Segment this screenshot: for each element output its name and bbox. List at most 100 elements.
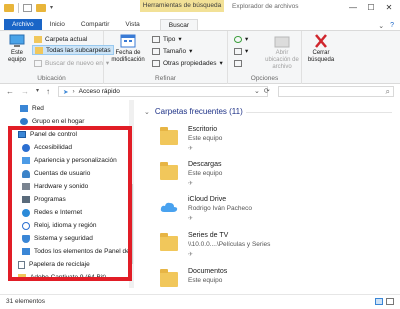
pin-icon: ✈ [188,181,194,187]
homegroup-icon [20,118,28,125]
chevron-down-icon[interactable]: ▾ [50,4,53,13]
status-bar: 31 elementos [0,294,400,309]
group-label-options: Opciones [250,75,279,82]
details-view-icon[interactable] [375,298,383,305]
folder-tile[interactable]: Series de TV \\10.0.0....\Películas y Se… [156,232,356,266]
documents-folder-icon [160,269,178,287]
history-icon [234,35,242,43]
window-controls: — ☐ ✕ [344,1,398,13]
network-folder-icon [160,233,178,251]
pin-icon: ✈ [188,146,194,152]
folder-tile[interactable]: Escritorio Este equipo ✈ [156,126,356,160]
group-location: Este equipo Carpeta actual Todas las sub… [0,31,114,84]
modified-date-button[interactable]: Fecha de modificación [110,34,146,64]
ribbon: Este equipo Carpeta actual Todas las sub… [0,31,400,84]
tab-view[interactable]: Vista [117,19,147,30]
folder-icon [160,127,178,145]
search-input[interactable]: ⌕ [278,86,394,97]
properties-icon [152,59,160,67]
properties-icon[interactable] [23,4,32,12]
tab-search[interactable]: Buscar [159,19,198,30]
highlight-box [8,126,132,281]
chevron-down-icon: ▾ [245,48,249,55]
save-icon [234,59,242,67]
chevron-down-icon: ▾ [189,48,193,55]
window-title: Explorador de archivos [232,3,299,10]
search-icon: ⌕ [385,87,390,96]
chevron-down-icon[interactable]: ⌄ [378,22,384,30]
section-divider [246,112,392,113]
recent-searches-button[interactable]: ▾ [234,34,248,44]
ribbon-tabs: Archivo Inicio Compartir Vista Buscar ⌄ … [0,19,400,31]
address-bar: ← → ▾ ↑ ➤ › Acceso rápido ⌄ ⟳ ⌕ [0,85,400,99]
maximize-button[interactable]: ☐ [362,1,380,13]
open-folder-icon [274,36,290,48]
section-header[interactable]: ⌄ Carpetas frecuentes (11) [144,107,243,116]
quick-access-toolbar: ▾ [4,3,53,13]
address-path: Acceso rápido [78,88,120,95]
folder-icon [4,4,14,12]
current-folder-button[interactable]: Carpeta actual [34,34,87,44]
minimize-button[interactable]: — [344,1,362,13]
refresh-icon[interactable]: ⟳ [264,87,270,95]
chevron-down-icon: ▾ [245,36,249,43]
folder-tile[interactable]: iCloud Drive Rodrigo Iván Pacheco ✈ [156,196,356,230]
view-switcher [375,298,394,305]
type-filter-button[interactable]: Tipo ▾ [152,34,182,44]
chevron-down-icon: ▾ [219,60,223,67]
gear-icon [234,47,242,55]
open-location-button[interactable]: Abrir ubicación de archivo [264,34,300,71]
group-options: ▾ ▾ Abrir ubicación de archivo Opciones [228,31,302,84]
close-button[interactable]: ✕ [380,1,398,13]
group-refine: Fecha de modificación Tipo ▾ Tamaño ▾ Ot… [104,31,228,84]
size-filter-button[interactable]: Tamaño ▾ [152,46,192,56]
size-icon [152,47,160,55]
address-input[interactable]: ➤ › Acceso rápido [58,86,268,97]
folder-tile[interactable]: Descargas Este equipo ✈ [156,161,356,195]
forward-arrow-icon[interactable]: → [21,87,29,96]
calendar-icon [120,34,136,48]
search-icon [34,59,42,67]
chevron-down-icon[interactable]: ▾ [36,87,39,96]
save-search-button[interactable] [234,58,242,68]
new-folder-icon[interactable] [36,4,46,12]
close-search-button[interactable]: Cerrar búsqueda [306,34,336,64]
chevron-down-icon: ▾ [178,36,182,43]
search-again-button[interactable]: Buscar de nuevo en ▾ [34,58,109,68]
navigation-buttons: ← → ▾ ↑ [6,87,50,96]
folder-icon [35,46,43,54]
title-bar: ▾ Herramientas de búsqueda Explorador de… [0,0,400,20]
chevron-down-icon[interactable]: ⌄ [254,87,260,95]
chevron-down-icon: ⌄ [144,108,150,116]
computer-icon [9,34,25,47]
tab-home[interactable]: Inicio [42,19,73,30]
pin-icon: ✈ [188,216,194,222]
advanced-options-button[interactable]: ▾ [234,46,248,56]
up-arrow-icon[interactable]: ↑ [46,87,50,96]
quick-access-icon: ➤ [63,88,69,96]
other-properties-button[interactable]: Otras propiedades ▾ [152,58,223,68]
type-icon [152,35,160,43]
content-pane: ⌄ Carpetas frecuentes (11) Escritorio Es… [134,100,400,288]
section-title: Carpetas frecuentes (11) [154,107,243,116]
close-icon [315,34,327,48]
network-icon [20,105,28,112]
group-label-refine: Refinar [155,75,176,82]
all-subfolders-button[interactable]: Todas las subcarpetas [32,45,114,55]
nav-item-network[interactable]: Red [20,103,44,114]
contextual-tab-header: Herramientas de búsqueda [140,0,224,12]
this-pc-button[interactable]: Este equipo [2,34,32,64]
chevron-right-icon: › [72,88,75,95]
group-close: Cerrar búsqueda [302,31,342,84]
back-arrow-icon[interactable]: ← [6,87,14,96]
large-icons-view-icon[interactable] [386,298,394,305]
item-count: 31 elementos [6,298,46,305]
download-folder-icon [160,162,178,180]
pin-icon: ✈ [188,252,194,258]
group-label-location: Ubicación [37,75,66,82]
icloud-icon [160,202,178,212]
folder-icon [34,35,42,43]
help-icon[interactable]: ? [390,22,394,30]
tab-share[interactable]: Compartir [73,19,118,30]
tab-file[interactable]: Archivo [4,19,42,30]
